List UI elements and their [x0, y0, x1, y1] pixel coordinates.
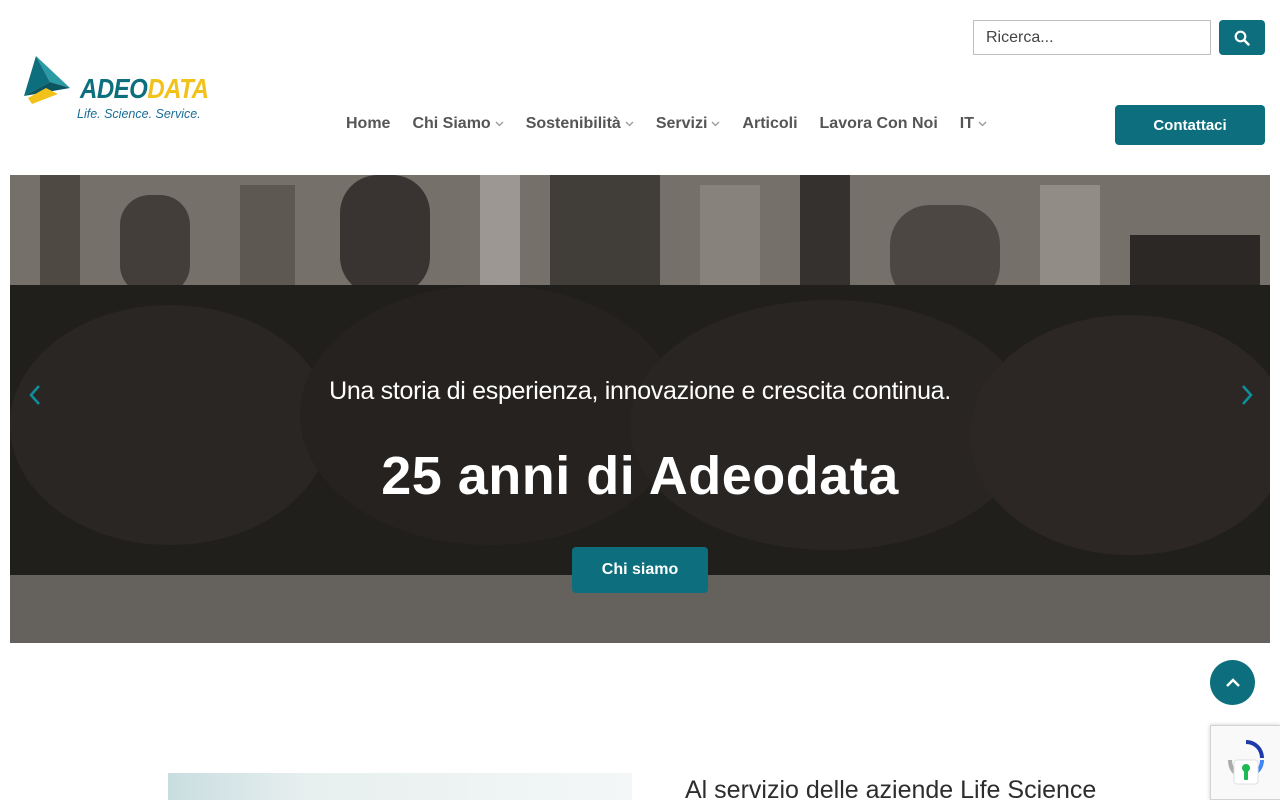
- logo-mark-icon: [24, 56, 70, 104]
- slider-prev-button[interactable]: [20, 375, 50, 415]
- main-nav: Home Chi Siamo Sostenibilità Servizi Art…: [346, 112, 1009, 136]
- hero-subtitle: Una storia di esperienza, innovazione e …: [329, 377, 951, 405]
- back-to-top-button[interactable]: [1210, 660, 1255, 705]
- page: ADEODATA Life. Science. Service. Home Ch…: [0, 0, 1280, 800]
- search-input[interactable]: [973, 20, 1211, 55]
- logo-wordmark: ADEODATA: [80, 74, 209, 106]
- nav-item-servizi[interactable]: Servizi: [656, 115, 721, 133]
- nav-item-language[interactable]: IT: [960, 115, 987, 133]
- chevron-down-icon: [711, 121, 720, 127]
- section-title: Al servizio delle aziende Life Science: [685, 776, 1097, 800]
- hero-cta-button[interactable]: Chi siamo: [572, 547, 708, 593]
- recaptcha-icon: [1228, 740, 1264, 785]
- section-image: [168, 773, 632, 800]
- site-header: ADEODATA Life. Science. Service. Home Ch…: [0, 0, 1280, 175]
- slider-next-button[interactable]: [1232, 375, 1262, 415]
- chevron-right-icon: [1242, 385, 1253, 405]
- site-logo[interactable]: ADEODATA Life. Science. Service.: [22, 52, 209, 126]
- chevron-down-icon: [625, 121, 634, 127]
- recaptcha-badge[interactable]: [1210, 725, 1280, 800]
- nav-item-home[interactable]: Home: [346, 115, 390, 133]
- search-icon: [1234, 30, 1250, 46]
- nav-item-chi-siamo[interactable]: Chi Siamo: [412, 115, 504, 133]
- chevron-down-icon: [495, 121, 504, 127]
- nav-item-articoli[interactable]: Articoli: [742, 115, 797, 133]
- chevron-down-icon: [978, 121, 987, 127]
- nav-item-sostenibilita[interactable]: Sostenibilità: [526, 115, 634, 133]
- logo-tagline: Life. Science. Service.: [77, 107, 201, 121]
- hero-title: 25 anni di Adeodata: [381, 446, 899, 506]
- hero-slider: Una storia di esperienza, innovazione e …: [10, 175, 1270, 643]
- chevron-up-icon: [1225, 677, 1240, 687]
- chevron-left-icon: [29, 385, 40, 405]
- search-button[interactable]: [1219, 20, 1265, 55]
- contact-button[interactable]: Contattaci: [1115, 105, 1265, 145]
- nav-item-lavora-con-noi[interactable]: Lavora Con Noi: [820, 115, 938, 133]
